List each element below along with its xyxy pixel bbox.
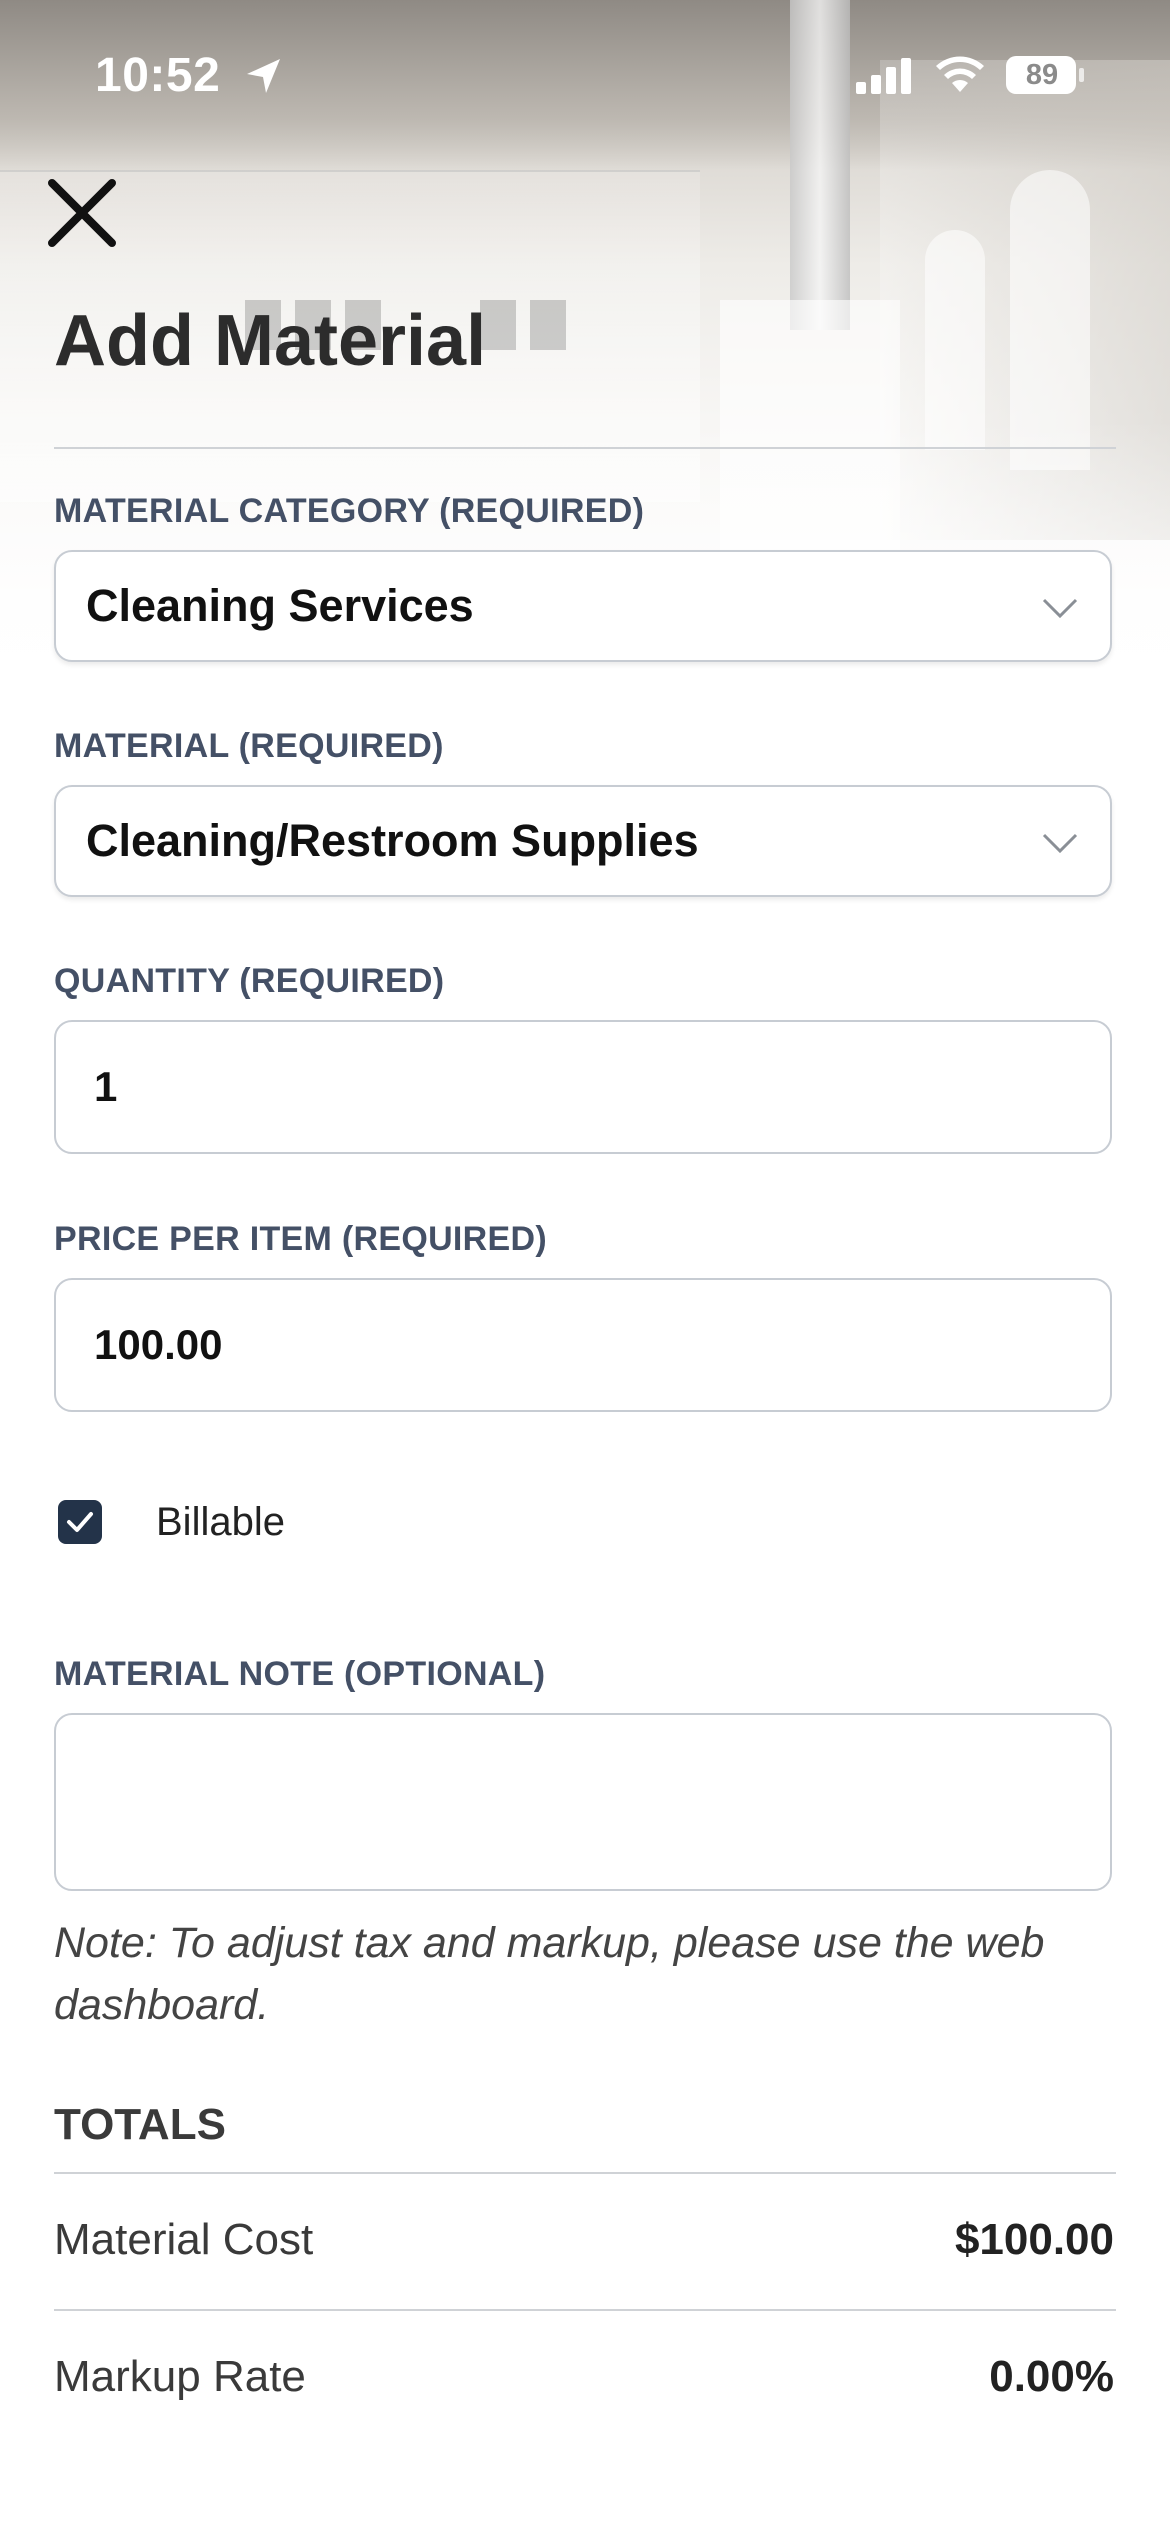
wifi-icon [936, 56, 984, 92]
markup-rate-label: Markup Rate [54, 2352, 306, 2401]
totals-title: TOTALS [54, 2100, 226, 2149]
category-label: MATERIAL CATEGORY (REQUIRED) [54, 492, 645, 530]
totals-divider [54, 2172, 1116, 2174]
note-label: MATERIAL NOTE (OPTIONAL) [54, 1655, 546, 1693]
quantity-value: 1 [94, 1063, 118, 1110]
price-label: PRICE PER ITEM (REQUIRED) [54, 1220, 547, 1258]
cellular-signal-icon [856, 58, 911, 94]
material-label: MATERIAL (REQUIRED) [54, 727, 444, 765]
page-title: Add Material [54, 301, 487, 381]
chevron-down-icon [1042, 833, 1078, 854]
billable-label[interactable]: Billable [156, 1500, 285, 1544]
quantity-label: QUANTITY (REQUIRED) [54, 962, 445, 1000]
material-note-textarea[interactable] [54, 1713, 1112, 1891]
material-cost-value: $100.00 [954, 2215, 1114, 2264]
tax-markup-note: Note: To adjust tax and markup, please u… [54, 1919, 1045, 2029]
quantity-input[interactable]: 1 [54, 1020, 1112, 1154]
status-bar: 10:52 89 [0, 0, 1170, 150]
category-value: Cleaning Services [86, 580, 474, 631]
price-input[interactable]: 100.00 [54, 1278, 1112, 1412]
title-divider [54, 447, 1116, 449]
material-cost-label: Material Cost [54, 2215, 314, 2264]
markup-rate-value: 0.00% [989, 2352, 1114, 2401]
battery-level: 89 [1025, 59, 1059, 91]
status-time: 10:52 [95, 49, 221, 102]
close-icon [48, 179, 116, 247]
location-arrow-icon [247, 59, 280, 93]
material-value: Cleaning/Restroom Supplies [86, 815, 699, 866]
row-divider [54, 2309, 1116, 2311]
material-select[interactable]: Cleaning/Restroom Supplies [54, 785, 1112, 897]
close-button[interactable] [44, 175, 120, 251]
billable-checkbox[interactable] [58, 1500, 102, 1544]
checkmark-icon [67, 1512, 93, 1532]
price-value: 100.00 [94, 1321, 223, 1368]
category-select[interactable]: Cleaning Services [54, 550, 1112, 662]
chevron-down-icon [1042, 598, 1078, 619]
